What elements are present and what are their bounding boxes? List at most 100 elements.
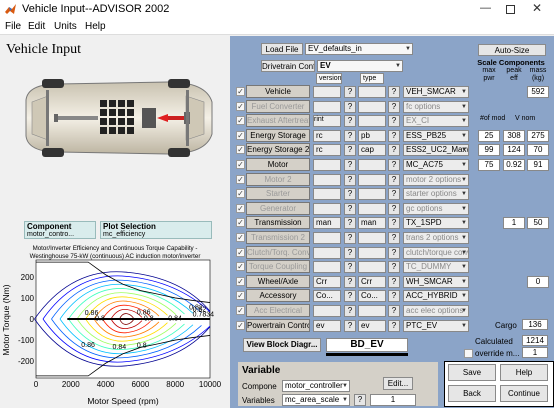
view-block-diagram-button[interactable]: View Block Diagr... [243,338,321,352]
help-button[interactable]: Help [500,364,548,381]
override-mass-checkbox[interactable] [464,349,473,358]
generator-file-help-button[interactable]: ? [388,203,400,215]
energy-storage-version-select[interactable]: rc [313,130,341,142]
exhaust-aftertreat-checkbox[interactable]: ✓ [236,116,245,125]
acc-electrical-version-select[interactable] [313,305,341,317]
transmission-checkbox[interactable]: ✓ [236,218,245,227]
motor-version-help-button[interactable]: ? [344,159,356,171]
torque-coupling-checkbox[interactable]: ✓ [236,262,245,271]
powertrain-control-file-help-button[interactable]: ? [388,320,400,332]
vehicle-file-select[interactable]: VEH_SMCAR ▼ [403,86,469,98]
energy-storage-2-scale-input-0[interactable]: 99 [478,144,500,156]
torque-coupling-button[interactable]: Torque Coupling [246,260,310,273]
accessory-version-help-button[interactable]: ? [344,290,356,302]
transmission-2-version-select[interactable] [313,232,341,244]
vehicle-file-help-button[interactable]: ? [388,86,400,98]
transmission-file-help-button[interactable]: ? [388,217,400,229]
generator-version-help-button[interactable]: ? [344,203,356,215]
energy-storage-type-select[interactable]: pb [358,130,386,142]
accessory-file-help-button[interactable]: ? [388,290,400,302]
generator-type-select[interactable] [358,203,386,215]
powertrain-control-version-select[interactable]: ev [313,320,341,332]
plot-selection-select[interactable]: Plot Selection mc_efficiency [100,221,212,239]
accessory-type-select[interactable]: Co... [358,290,386,302]
transmission-2-type-select[interactable] [358,232,386,244]
fuel-converter-button[interactable]: Fuel Converter [246,100,310,113]
close-icon[interactable]: ✕ [532,1,542,15]
energy-storage-2-type-select[interactable]: cap [358,144,386,156]
energy-storage-scale-input-2[interactable]: 275 [527,130,549,142]
clutch-torq-conv-version-select[interactable] [313,247,341,259]
transmission-file-select[interactable]: TX_1SPD ▼ [403,217,469,229]
powertrain-control-version-help-button[interactable]: ? [344,320,356,332]
clutch-torq-conv-file-select[interactable]: clutch/torque conve...▼ [403,247,469,259]
generator-version-select[interactable] [313,203,341,215]
energy-storage-button[interactable]: Energy Storage [246,129,310,142]
vehicle-version-help-button[interactable]: ? [344,86,356,98]
accessory-file-select[interactable]: ACC_HYBRID ▼ [403,290,469,302]
transmission-version-select[interactable]: man [313,217,341,229]
minimize-icon[interactable]: — [480,2,491,14]
auto-size-button[interactable]: Auto-Size [478,44,546,56]
energy-storage-2-file-select[interactable]: ESS2_UC2_Maxwell▼ [403,144,469,156]
save-button[interactable]: Save [448,364,496,381]
acc-electrical-version-help-button[interactable]: ? [344,305,356,317]
vehicle-type-select[interactable] [358,86,386,98]
energy-storage-file-help-button[interactable]: ? [388,130,400,142]
exhaust-aftertreat-version-help-button[interactable]: ? [344,115,356,127]
edit-button[interactable]: Edit... [383,377,413,390]
clutch-torq-conv-button[interactable]: Clutch/Torq. Conv [246,246,310,259]
starter-file-select[interactable]: starter options ▼ [403,188,469,200]
acc-electrical-file-help-button[interactable]: ? [388,305,400,317]
menu-edit[interactable]: Edit [28,21,45,32]
variable-value-input[interactable]: 1 [370,394,416,406]
motor-file-select[interactable]: MC_AC75 ▼ [403,159,469,171]
starter-button[interactable]: Starter [246,187,310,200]
acc-electrical-file-select[interactable]: acc elec options ▼ [403,305,469,317]
variables-help-button[interactable]: ? [354,394,366,406]
vehicle-scale-input-2[interactable]: 592 [527,86,549,98]
fuel-converter-version-select[interactable] [313,101,341,113]
starter-type-select[interactable] [358,188,386,200]
motor-scale-input-2[interactable]: 91 [527,159,549,171]
load-file-select[interactable]: EV_defaults_in ▼ [305,43,413,55]
wheel-axle-version-help-button[interactable]: ? [344,276,356,288]
powertrain-control-file-select[interactable]: PTC_EV ▼ [403,320,469,332]
accessory-checkbox[interactable]: ✓ [236,291,245,300]
transmission-2-file-select[interactable]: trans 2 options ▼ [403,232,469,244]
energy-storage-2-button[interactable]: Energy Storage 2 [246,143,310,156]
motor-2-checkbox[interactable]: ✓ [236,175,245,184]
acc-electrical-type-select[interactable] [358,305,386,317]
clutch-torq-conv-version-help-button[interactable]: ? [344,247,356,259]
exhaust-aftertreat-file-select[interactable]: EX_CI ▼ [403,115,469,127]
exhaust-aftertreat-type-select[interactable] [358,115,386,127]
variables-select[interactable]: mc_area_scale ▼ [282,394,350,406]
clutch-torq-conv-type-select[interactable] [358,247,386,259]
transmission-button[interactable]: Transmission [246,216,310,229]
accessory-button[interactable]: Accessory [246,289,310,302]
wheel-axle-scale-input-2[interactable]: 0 [527,276,549,288]
energy-storage-scale-input-1[interactable]: 308 [503,130,525,142]
torque-coupling-file-help-button[interactable]: ? [388,261,400,273]
energy-storage-2-version-select[interactable]: rc [313,144,341,156]
component-select[interactable]: Component motor_contro... [24,221,96,239]
energy-storage-2-file-help-button[interactable]: ? [388,144,400,156]
wheel-axle-file-help-button[interactable]: ? [388,276,400,288]
acc-electrical-button[interactable]: Acc Electrical [246,304,310,317]
transmission-scale-input-2[interactable]: 50 [527,217,549,229]
clutch-torq-conv-file-help-button[interactable]: ? [388,247,400,259]
starter-checkbox[interactable]: ✓ [236,189,245,198]
motor-2-type-select[interactable] [358,174,386,186]
fuel-converter-checkbox[interactable]: ✓ [236,102,245,111]
fuel-converter-type-select[interactable] [358,101,386,113]
exhaust-aftertreat-button[interactable]: Exhaust Aftertreat [246,114,310,127]
exhaust-aftertreat-file-help-button[interactable]: ? [388,115,400,127]
transmission-2-version-help-button[interactable]: ? [344,232,356,244]
powertrain-control-type-select[interactable]: ev [358,320,386,332]
motor-2-button[interactable]: Motor 2 [246,173,310,186]
menu-units[interactable]: Units [54,21,77,32]
generator-button[interactable]: Generator [246,202,310,215]
wheel-axle-button[interactable]: Wheel/Axle [246,275,310,288]
motor-2-version-help-button[interactable]: ? [344,174,356,186]
generator-file-select[interactable]: gc options ▼ [403,203,469,215]
